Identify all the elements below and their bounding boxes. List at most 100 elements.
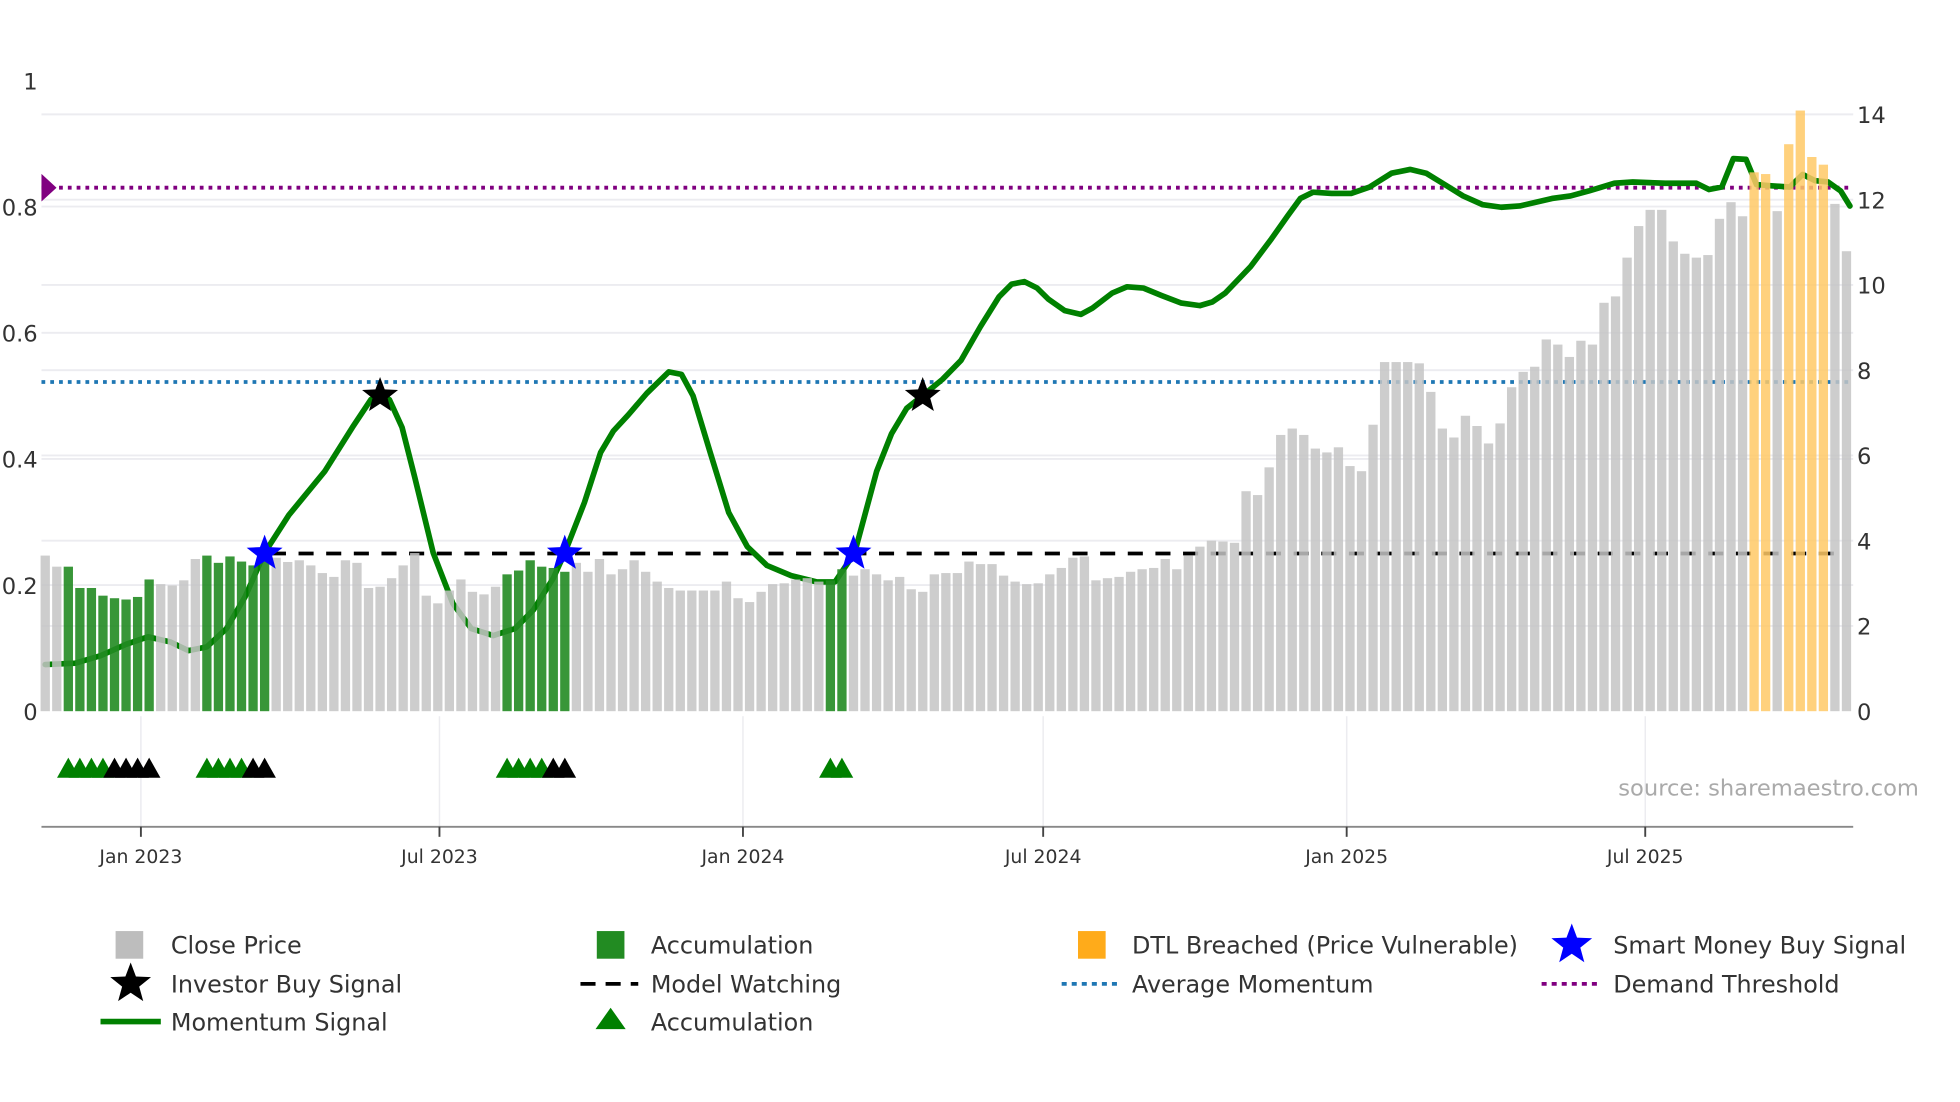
legend: Close Price Accumulation DTL Breached (Pri… [100,923,1906,1036]
legend-label: Accumulation [651,1008,814,1036]
close-price-bar [1125,571,1136,712]
close-price-bar [791,579,801,712]
close-price-bar [444,590,455,712]
close-price-bar [779,583,789,712]
accumulation-bar [202,555,212,712]
right-axis-tick-label: 4 [1857,529,1871,555]
legend-label: DTL Breached (Price Vulnerable) [1132,932,1518,960]
accumulation-bar [502,574,512,712]
close-price-bar [1322,452,1332,712]
right-axis-tick-label: 8 [1857,359,1871,385]
close-price-bar [848,575,859,712]
x-axis-tick-label: Jan 2024 [700,847,784,868]
close-price-bar [352,562,362,712]
right-axis-tick-label: 6 [1857,444,1871,470]
close-price-bar [467,591,478,712]
close-price-bar [1737,216,1748,712]
close-price-bar [1472,425,1482,712]
right-axis-tick-label: 10 [1857,274,1886,300]
close-price-bar [1414,363,1424,712]
close-price-bar [1483,443,1494,712]
x-axis-tick-label: Jan 2025 [1304,847,1388,868]
accumulation-bar [86,587,97,712]
close-price-bar [1172,569,1182,712]
close-price-bar [1726,202,1736,712]
dtl-swatch-icon [1078,931,1106,959]
close-price-bar [433,603,443,712]
right-axis-tick-label: 2 [1857,615,1871,641]
close-price-bar [1645,209,1655,712]
legend-item: Accumulation [595,1007,814,1036]
close-price-bar [156,584,166,712]
x-axis-tick-label: Jul 2025 [1606,847,1684,868]
close-price-bar [421,595,431,712]
demand-threshold-marker [41,173,57,202]
close-price-bar [456,579,466,712]
close-price-bar [606,574,616,712]
close-price-bar [583,571,593,712]
close-price-bar [698,590,709,712]
legend-label: Model Watching [651,971,841,999]
legend-item: Investor Buy Signal [110,962,402,1002]
close-price-bar [1541,339,1551,712]
accumulation-bar [63,566,73,712]
dtl-breached-bar [1784,144,1794,712]
close-price-bar [386,578,397,712]
close-price-bar [52,566,62,712]
close-price-bar [1310,448,1320,712]
close-price-bar [1460,415,1471,712]
close-price-bar [871,574,882,712]
right-axis-tick-label: 12 [1857,188,1886,214]
accumulation-bar [75,587,85,712]
close-price-bar [918,591,928,712]
dtl-breached-bar [1760,174,1771,712]
legend-item: Accumulation [596,931,813,960]
close-price-bar [1633,226,1644,712]
left-axis-tick-label: 0.6 [2,322,38,348]
price-bars [40,110,1852,712]
close-price-bar [1449,437,1459,712]
close-price-bar [1391,362,1401,712]
close-price-bar [1149,567,1159,712]
close-price-bar [814,581,824,712]
accumulation-bar [548,567,558,712]
accumulation-bar [109,598,120,712]
dtl-breached-bar [1807,157,1817,712]
legend-item: Momentum Signal [100,1008,388,1036]
close-price-bar [1160,559,1170,712]
close-price-bar [1610,296,1621,712]
legend-item: Smart Money Buy Signal [1551,923,1906,963]
close-price-bar [987,564,997,712]
close-price-bar [283,561,293,712]
legend-item: Demand Threshold [1541,971,1840,999]
close-price-bar [1045,574,1055,712]
close-price-bar [1622,257,1632,712]
legend-label: Smart Money Buy Signal [1613,932,1906,960]
investor-star-icon [110,962,152,1002]
legend-item: Model Watching [580,971,841,999]
close-price-bar [1506,387,1517,712]
close-price-bar [895,576,905,712]
legend-label: Momentum Signal [171,1008,388,1036]
close-price-bar [40,555,50,712]
close-price-bar [1218,541,1228,712]
close-price-bar [1368,424,1378,712]
accumulation-bar [537,566,547,712]
momentum-chart: 00.20.40.60.8102468101214Jan 2023 Jul 202… [2,69,1919,1036]
accumulation-bar [98,595,108,712]
close-price-bar [629,560,639,712]
accumulation-bar [213,562,224,712]
close-price-bar [1010,581,1020,712]
close-price-bar [1183,555,1193,712]
close-price-bar [271,557,281,712]
close-price-bar [190,559,200,712]
accumulation-bar [236,561,247,712]
close-price-bar [1033,583,1043,712]
close-price-bar [664,587,674,712]
close-price-bar [1137,569,1147,712]
close-price-bar [929,574,939,712]
close-price-bar [1426,391,1436,712]
close-price-bar [306,565,316,712]
legend-item: Close Price [115,931,302,960]
smart-money-star-icon [1551,923,1593,963]
